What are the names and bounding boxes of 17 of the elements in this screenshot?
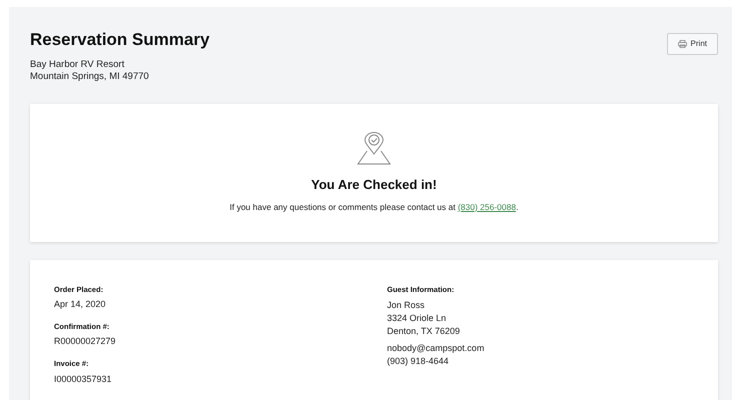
map-pin-check-icon	[356, 132, 392, 166]
guest-contact-line: nobody@campspot.com	[387, 342, 484, 356]
address-line: Mountain Springs, MI 49770	[30, 71, 150, 84]
status-heading: You Are Checked in!	[311, 177, 437, 193]
field-value: Apr 14, 2020	[54, 298, 107, 312]
contact-message: If you have any questions or comments please contact us at (830) 256-0088.	[230, 200, 518, 214]
guest-address-line: Denton, TX 76209	[387, 325, 461, 338]
printer-icon	[678, 40, 687, 48]
phone-link[interactable]: (830) 256-0088	[458, 202, 516, 212]
field-value: I00000357931	[54, 372, 113, 386]
print-button[interactable]: Print	[666, 33, 718, 56]
address-line: Bay Harbor RV Resort	[30, 59, 126, 72]
field-value: R00000027279	[54, 335, 117, 348]
guest-contact-line: (903) 918-4644	[387, 355, 450, 368]
guest-address-line: 3324 Oriole Ln	[387, 312, 448, 326]
page-title: Reservation Summary	[30, 29, 210, 51]
guest-address-line: Jon Ross	[387, 299, 426, 312]
